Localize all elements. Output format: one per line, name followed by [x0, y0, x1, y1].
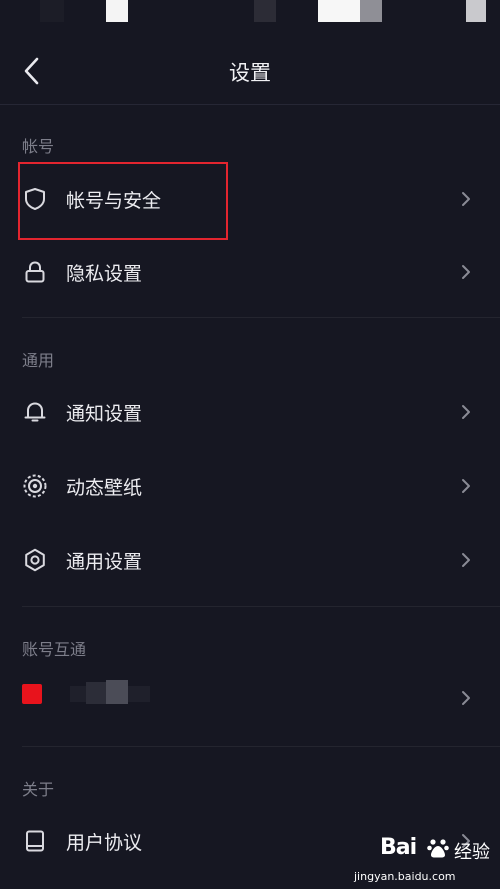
status-block [40, 0, 64, 22]
linked-app-icon [22, 684, 42, 704]
settings-item-linked-app[interactable] [0, 668, 500, 728]
settings-item-label: 隐私设置 [66, 263, 143, 285]
status-block [360, 0, 382, 22]
paw-icon [427, 839, 449, 858]
section-label-account: 帐号 [22, 137, 55, 156]
section-label-linked-accounts: 账号互通 [22, 640, 87, 659]
chevron-right-icon [462, 691, 470, 705]
status-bar [0, 0, 500, 22]
top-bar: 设置 [0, 42, 500, 100]
highlight-box [18, 162, 228, 240]
watermark-brand: Bai [380, 835, 417, 860]
section-divider [22, 606, 500, 607]
settings-item-notifications[interactable]: 通知设置 [0, 382, 500, 442]
settings-item-live-wallpaper[interactable]: 动态壁纸 [0, 456, 500, 516]
settings-item-label: 用户协议 [66, 832, 143, 854]
live-wallpaper-icon [23, 474, 47, 498]
page-title: 设置 [229, 61, 271, 85]
settings-item-privacy[interactable]: 隐私设置 [0, 242, 500, 302]
settings-item-label: 动态壁纸 [66, 477, 143, 499]
section-label-about: 关于 [22, 780, 55, 799]
gear-icon [25, 548, 45, 572]
settings-item-general[interactable]: 通用设置 [0, 530, 500, 590]
baidu-jingyan-watermark: Bai 经验 jingyan.baidu.com [350, 825, 500, 889]
lock-icon [25, 261, 45, 283]
section-divider [22, 746, 500, 747]
settings-item-label: 通知设置 [66, 403, 143, 425]
status-block [254, 0, 276, 22]
status-block [318, 0, 360, 22]
chevron-right-icon [462, 479, 470, 493]
book-icon [26, 830, 44, 852]
section-divider [22, 317, 500, 318]
section-label-general: 通用 [22, 351, 55, 370]
settings-item-label: 通用设置 [66, 551, 143, 573]
redacted-app-name [106, 680, 128, 704]
status-block [466, 0, 486, 22]
chevron-right-icon [462, 265, 470, 279]
header-divider [0, 104, 500, 105]
chevron-right-icon [462, 405, 470, 419]
watermark-url: jingyan.baidu.com [354, 870, 456, 883]
chevron-right-icon [462, 192, 470, 206]
watermark-suffix: 经验 [454, 842, 490, 863]
chevron-right-icon [462, 553, 470, 567]
status-block [106, 0, 128, 22]
bell-icon [24, 402, 46, 422]
redacted-app-name [86, 682, 106, 704]
